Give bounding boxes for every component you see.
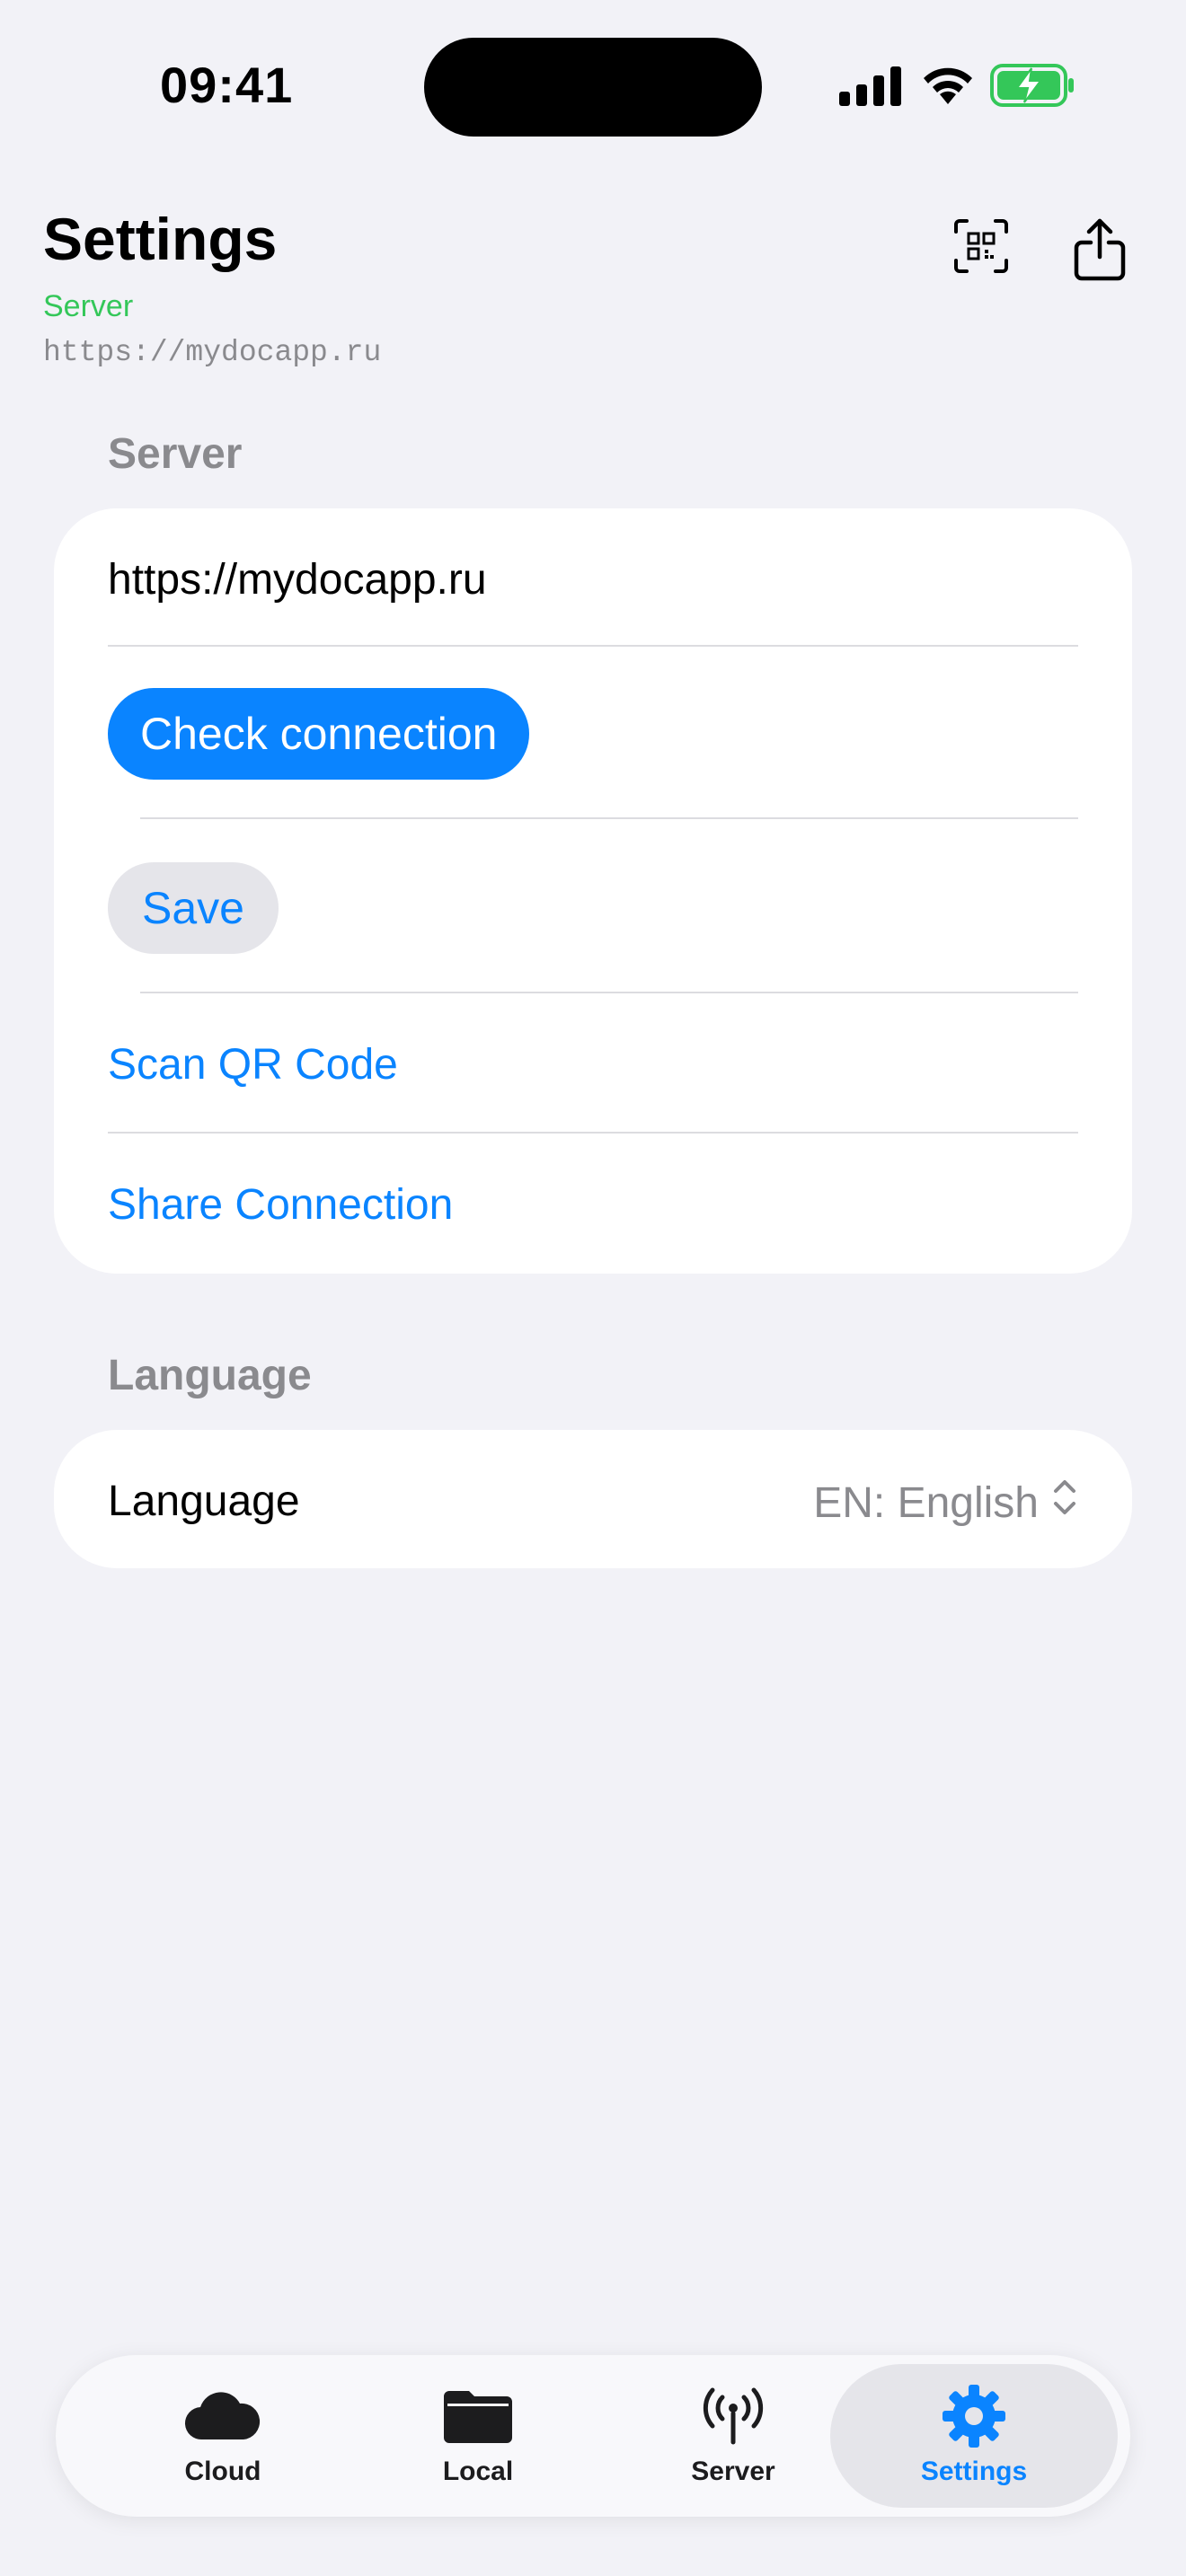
chevron-up-down-icon	[1051, 1477, 1078, 1529]
qr-code-icon	[952, 217, 1010, 279]
antenna-icon	[697, 2385, 769, 2448]
language-row-label: Language	[108, 1478, 300, 1525]
connection-url: https://mydocapp.ru	[43, 336, 382, 369]
folder-icon	[442, 2385, 514, 2448]
tab-settings[interactable]: Settings	[830, 2364, 1118, 2508]
language-section-header: Language	[108, 1352, 312, 1399]
language-picker[interactable]: EN: English	[813, 1477, 1078, 1529]
tab-label: Server	[691, 2457, 775, 2486]
server-section-header: Server	[108, 430, 243, 478]
status-time: 09:41	[160, 57, 294, 113]
battery-charging-icon	[990, 63, 1076, 112]
tab-cloud[interactable]: Cloud	[79, 2364, 367, 2508]
dynamic-island	[424, 38, 762, 137]
qr-code-button[interactable]	[942, 208, 1021, 287]
cloud-icon	[184, 2385, 261, 2448]
share-connection-link[interactable]: Share Connection	[108, 1180, 1078, 1230]
connection-status: Server	[43, 289, 134, 323]
tab-bar: Cloud Local Server Settings	[56, 2355, 1130, 2517]
server-card: https://mydocapp.ru Check connection Sav…	[54, 508, 1132, 1274]
cellular-signal-icon	[839, 66, 902, 110]
language-row[interactable]: Language EN: English	[54, 1430, 1132, 1568]
divider	[140, 992, 1078, 993]
share-button[interactable]	[1060, 212, 1139, 291]
divider	[108, 645, 1078, 647]
gear-icon	[941, 2385, 1007, 2448]
scan-qr-code-link[interactable]: Scan QR Code	[108, 1040, 1078, 1090]
share-icon	[1073, 217, 1127, 287]
status-bar: 09:41	[0, 0, 1186, 171]
tab-label: Local	[442, 2457, 514, 2486]
check-connection-button[interactable]: Check connection	[108, 688, 530, 780]
save-button[interactable]: Save	[108, 862, 279, 954]
divider	[108, 1132, 1078, 1134]
tab-label: Cloud	[184, 2457, 261, 2486]
language-selected-value: EN: English	[813, 1478, 1039, 1527]
wifi-icon	[920, 63, 976, 110]
divider	[140, 817, 1078, 819]
page-title: Settings	[43, 206, 278, 272]
server-url-field[interactable]: https://mydocapp.ru	[108, 555, 1078, 604]
tab-label: Settings	[920, 2457, 1028, 2486]
tab-local[interactable]: Local	[334, 2364, 622, 2508]
